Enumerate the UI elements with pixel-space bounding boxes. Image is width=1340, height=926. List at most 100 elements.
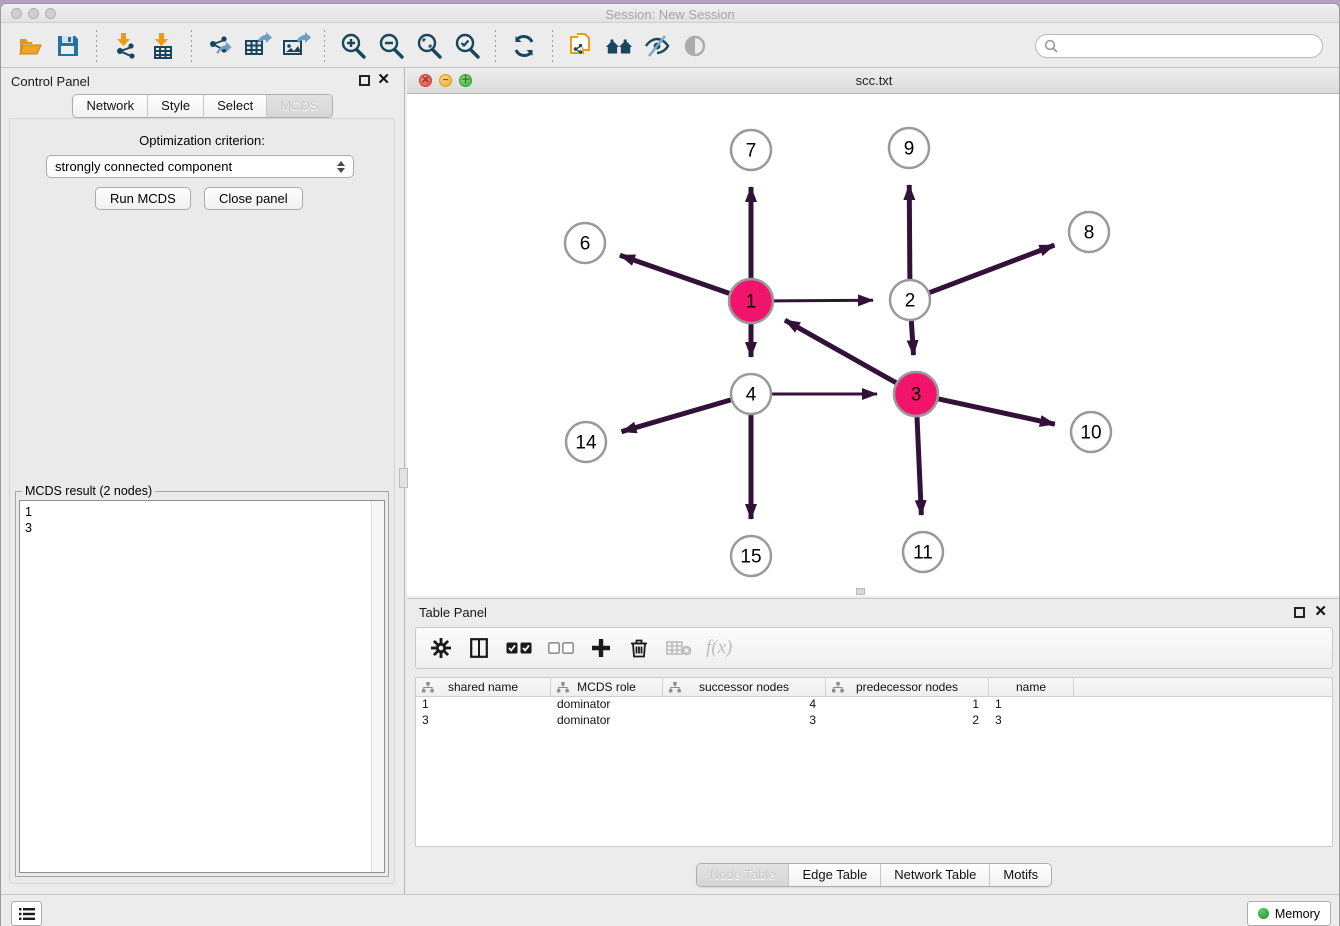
column-type-icon (669, 682, 681, 693)
tab-edge-table[interactable]: Edge Table (788, 864, 880, 886)
delete-rows-icon[interactable] (626, 635, 652, 661)
graph-edge-2-3[interactable] (911, 321, 913, 355)
titlebar: Session: New Session (1, 4, 1339, 23)
tab-network-table[interactable]: Network Table (880, 864, 989, 886)
deselect-all-icon[interactable] (546, 635, 576, 661)
cell-predecessor-nodes[interactable]: 2 (826, 713, 989, 729)
task-history-button[interactable] (11, 901, 42, 926)
optimization-criterion-value: strongly connected component (55, 159, 232, 174)
graph-node-9[interactable]: 9 (889, 128, 929, 168)
column-header-shared-name[interactable]: shared name (416, 678, 551, 696)
cell-name[interactable]: 3 (989, 713, 1074, 729)
function-builder-icon[interactable]: f(x) (706, 637, 732, 659)
import-network-icon[interactable] (110, 31, 140, 61)
graph-node-label: 1 (746, 292, 757, 313)
control-panel-header: Control Panel ✕ (1, 68, 404, 94)
table-tabs: Node Table Edge Table Network Table Moti… (407, 863, 1340, 887)
cell-shared-name[interactable]: 3 (416, 713, 551, 729)
optimization-criterion-select[interactable]: strongly connected component (46, 155, 354, 178)
result-scrollbar[interactable] (371, 501, 384, 872)
cell-mcds-role[interactable]: dominator (551, 697, 663, 713)
mcds-result-box[interactable]: 1 3 (19, 500, 385, 873)
export-image-icon[interactable] (281, 31, 311, 61)
panel-splitter-handle[interactable] (399, 468, 408, 488)
graph-node-8[interactable]: 8 (1069, 212, 1109, 252)
graph-edge-2-8[interactable] (930, 245, 1055, 292)
cell-successor-nodes[interactable]: 3 (663, 713, 826, 729)
graph-node-14[interactable]: 14 (566, 422, 606, 462)
close-panel-button[interactable]: Close panel (204, 187, 303, 210)
close-panel-icon[interactable]: ✕ (377, 71, 390, 89)
refresh-view-icon[interactable] (509, 31, 539, 61)
network-canvas[interactable]: 7 9 6 8 1 2 4 3 14 10 15 11 (407, 94, 1340, 596)
cell-shared-name[interactable]: 1 (416, 697, 551, 713)
graph-node-1[interactable]: 1 (729, 279, 773, 323)
tab-motifs[interactable]: Motifs (989, 864, 1051, 886)
graph-edge-1-2[interactable] (774, 300, 873, 301)
canvas-splitter-handle[interactable] (856, 588, 865, 595)
tab-select[interactable]: Select (203, 95, 266, 117)
column-header-predecessor-nodes[interactable]: predecessor nodes (826, 678, 989, 696)
memory-button[interactable]: Memory (1247, 901, 1331, 926)
cell-name[interactable]: 1 (989, 697, 1074, 713)
mcds-result-title: MCDS result (2 nodes) (22, 484, 155, 498)
graph-edge-4-14[interactable] (622, 400, 731, 432)
delete-table-icon[interactable] (664, 635, 694, 661)
add-row-icon[interactable] (588, 635, 614, 661)
show-column-icon[interactable] (466, 635, 492, 661)
column-header-mcds-role[interactable]: MCDS role (551, 678, 663, 696)
select-stepper-icon (337, 161, 345, 173)
show-hidden-icon[interactable] (680, 31, 710, 61)
zoom-in-icon[interactable] (338, 31, 368, 61)
cell-predecessor-nodes[interactable]: 1 (826, 697, 989, 713)
float-panel-icon[interactable] (359, 75, 370, 86)
cell-mcds-role[interactable]: dominator (551, 713, 663, 729)
export-network-icon[interactable] (205, 31, 235, 61)
table-row[interactable]: 1 dominator 4 1 1 (416, 697, 1332, 713)
clone-network-icon[interactable] (566, 31, 596, 61)
optimization-criterion-label: Optimization criterion: (10, 133, 394, 148)
hide-selected-icon[interactable] (642, 31, 672, 61)
network-window-titlebar[interactable]: ✕ − ＋ scc.txt (407, 68, 1340, 94)
select-all-icon[interactable] (504, 635, 534, 661)
graph-node-6[interactable]: 6 (565, 223, 605, 263)
tab-style[interactable]: Style (147, 95, 203, 117)
graph-node-11[interactable]: 11 (903, 532, 943, 572)
graph-node-2[interactable]: 2 (890, 280, 930, 320)
graph-node-10[interactable]: 10 (1071, 412, 1111, 452)
tab-mcds[interactable]: MCDS (266, 95, 331, 117)
import-table-icon[interactable] (148, 31, 178, 61)
column-header-name[interactable]: name (989, 678, 1074, 696)
graph-node-7[interactable]: 7 (731, 130, 771, 170)
graph-node-3[interactable]: 3 (894, 372, 938, 416)
settings-gear-icon[interactable] (428, 635, 454, 661)
column-header-successor-nodes[interactable]: successor nodes (663, 678, 826, 696)
graph-edge-3-11[interactable] (917, 417, 921, 515)
graph-node-4[interactable]: 4 (731, 374, 771, 414)
graph-node-label: 10 (1080, 423, 1101, 444)
zoom-fit-icon[interactable] (414, 31, 444, 61)
export-table-icon[interactable] (243, 31, 273, 61)
first-neighbors-icon[interactable] (604, 31, 634, 61)
toolbar-separator (552, 30, 553, 62)
save-session-icon[interactable] (53, 31, 83, 61)
zoom-out-icon[interactable] (376, 31, 406, 61)
graph-edge-2-9[interactable] (909, 185, 910, 279)
run-mcds-button[interactable]: Run MCDS (95, 187, 191, 210)
tab-network[interactable]: Network (73, 95, 147, 117)
zoom-selected-icon[interactable] (452, 31, 482, 61)
graph-node-15[interactable]: 15 (731, 536, 771, 576)
open-session-icon[interactable] (15, 31, 45, 61)
toolbar-separator (495, 30, 496, 62)
graph-edge-3-1[interactable] (785, 320, 896, 383)
table-row[interactable]: 3 dominator 3 2 3 (416, 713, 1332, 729)
table-panel-title: Table Panel (419, 605, 487, 620)
search-input[interactable] (1058, 38, 1314, 53)
tab-node-table[interactable]: Node Table (697, 864, 789, 886)
search-box[interactable] (1035, 34, 1323, 58)
cell-successor-nodes[interactable]: 4 (663, 697, 826, 713)
close-table-panel-icon[interactable]: ✕ (1314, 603, 1327, 621)
graph-edge-3-10[interactable] (938, 399, 1054, 424)
float-table-panel-icon[interactable] (1294, 607, 1305, 618)
graph-edge-1-6[interactable] (620, 255, 729, 293)
